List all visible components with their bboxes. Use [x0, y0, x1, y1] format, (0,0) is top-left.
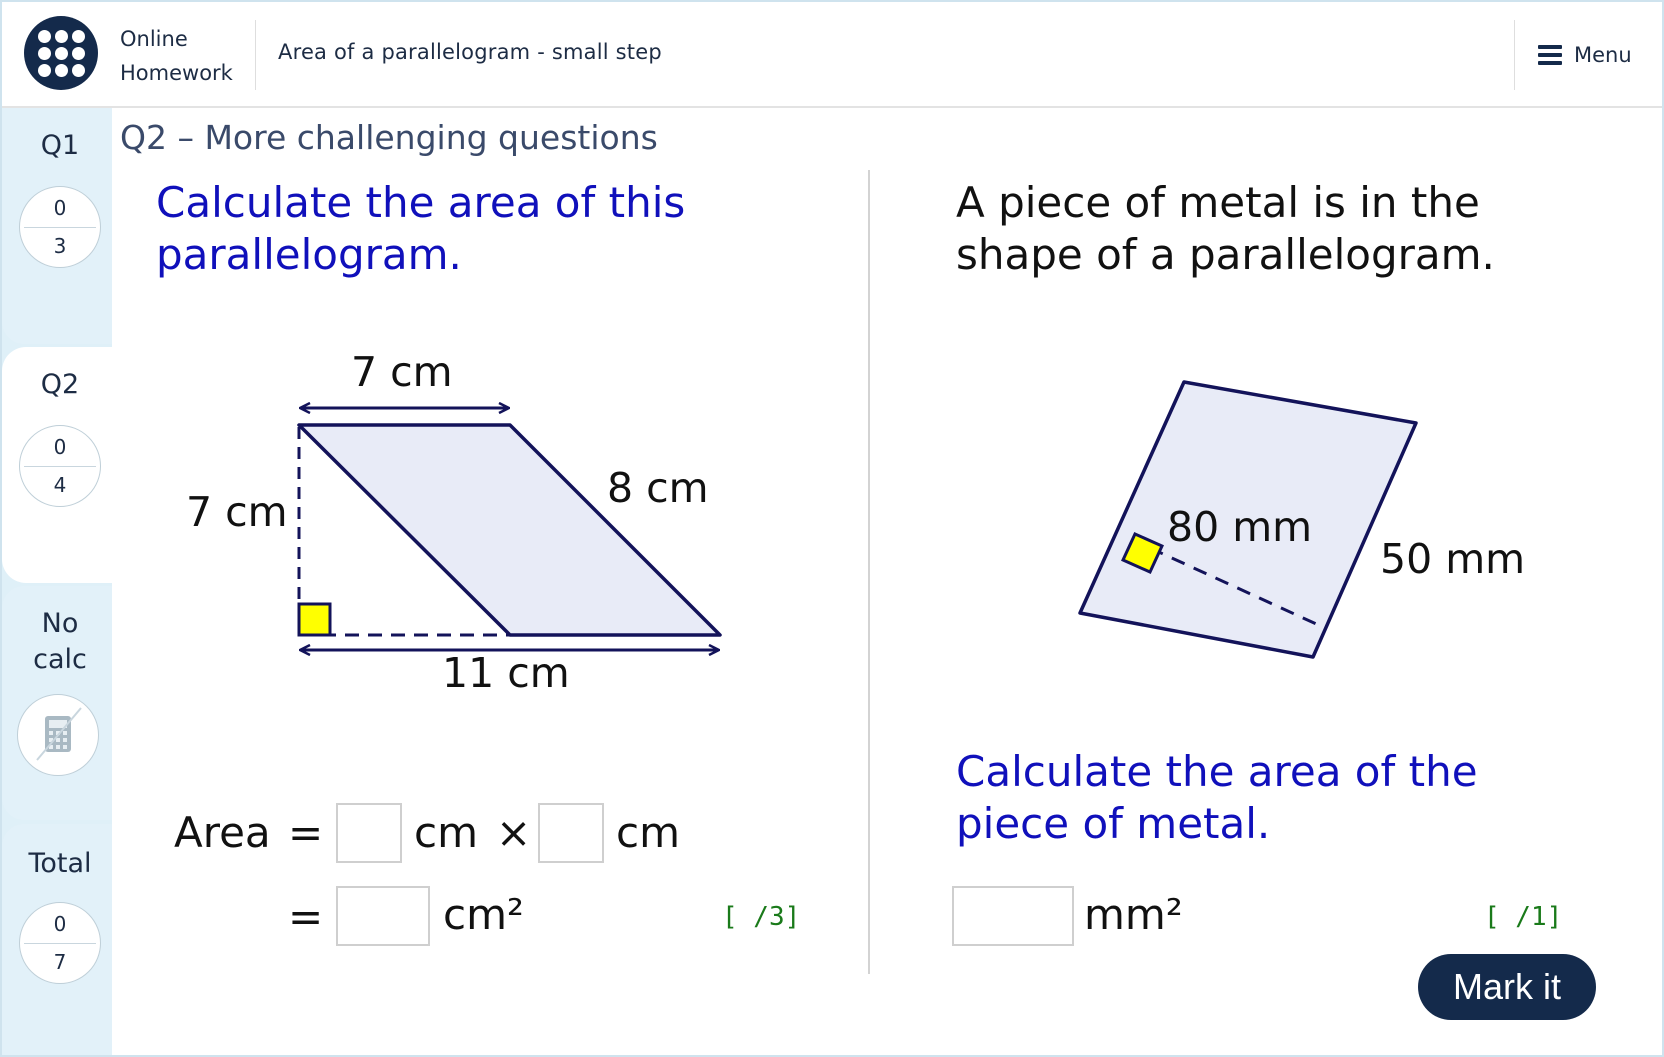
- unit-cm-squared: cm²: [443, 890, 524, 939]
- total-label: Total: [28, 848, 92, 879]
- left-prompt-line-2: parallelogram.: [156, 230, 462, 279]
- equals-sign: =: [288, 808, 324, 857]
- mark-it-button[interactable]: Mark it: [1418, 954, 1596, 1020]
- right-question-line-2: piece of metal.: [956, 799, 1271, 848]
- header-divider: [1514, 20, 1515, 90]
- page-title: Area of a parallelogram - small step: [278, 40, 662, 64]
- header: Online Homework Area of a parallelogram …: [2, 2, 1662, 108]
- right-prompt-line-1: A piece of metal is in the: [956, 178, 1480, 227]
- left-prompt: Calculate the area of this parallelogram…: [156, 177, 685, 281]
- score-circle-total: 0 7: [19, 902, 101, 984]
- sidebar-item-calculator: No calc: [2, 586, 112, 820]
- answer-input-metal-area[interactable]: [952, 886, 1074, 946]
- app-frame: Online Homework Area of a parallelogram …: [0, 0, 1664, 1057]
- right-question: Calculate the area of the piece of metal…: [956, 746, 1478, 850]
- unit-cm: cm: [414, 808, 479, 857]
- brand-name: Online Homework: [120, 22, 233, 90]
- right-angle-marker: [297, 602, 332, 637]
- equals-sign: =: [288, 892, 324, 941]
- calc-label-1: No: [41, 608, 79, 639]
- menu-label: Menu: [1574, 43, 1632, 67]
- sidebar-total: Total 0 7: [2, 824, 112, 1055]
- answer-input-base[interactable]: [336, 803, 402, 863]
- score-total: 4: [53, 473, 67, 497]
- label-slant-side: 8 cm: [607, 464, 709, 512]
- score-circle-q2: 0 4: [19, 425, 101, 507]
- sidebar-item-q2[interactable]: Q2 0 4: [2, 347, 112, 583]
- header-divider: [255, 20, 256, 90]
- label-metal-height: 80 mm: [1167, 503, 1313, 551]
- sidebar-item-label: Q1: [40, 130, 80, 161]
- answer-input-area[interactable]: [336, 886, 430, 946]
- no-calculator-icon: [17, 694, 99, 776]
- score-value: 0: [53, 912, 67, 936]
- section-title: Q2 – More challenging questions: [120, 118, 658, 157]
- app-grid-icon[interactable]: [24, 16, 98, 90]
- column-divider: [868, 170, 870, 974]
- right-question-line-1: Calculate the area of the: [956, 747, 1478, 796]
- brand-line-2: Homework: [120, 61, 233, 85]
- hamburger-menu-icon: [1538, 45, 1562, 65]
- label-base-length: 11 cm: [442, 649, 570, 697]
- question-sidebar: Q1 0 3 Q2 0 4 No calc Total 0 7: [2, 108, 112, 1055]
- score-total: 7: [53, 950, 67, 974]
- right-prompt-line-2: shape of a parallelogram.: [956, 230, 1495, 279]
- right-prompt: A piece of metal is in the shape of a pa…: [956, 177, 1495, 281]
- menu-button[interactable]: Menu: [1538, 38, 1632, 72]
- label-perpendicular-height: 7 cm: [186, 488, 288, 536]
- unit-mm-squared: mm²: [1084, 890, 1183, 939]
- calc-label-2: calc: [33, 644, 87, 675]
- left-prompt-line-1: Calculate the area of this: [156, 178, 686, 227]
- answer-input-height[interactable]: [538, 803, 604, 863]
- marks-available: [ /3]: [722, 902, 801, 932]
- sidebar-item-label: Q2: [40, 369, 80, 400]
- score-value: 0: [53, 196, 67, 220]
- unit-cm: cm: [616, 808, 681, 857]
- marks-available: [ /1]: [1484, 902, 1563, 932]
- label-top-length: 7 cm: [351, 348, 453, 396]
- score-circle-q1: 0 3: [19, 186, 101, 268]
- score-value: 0: [53, 435, 67, 459]
- area-label: Area: [174, 808, 271, 857]
- label-metal-side: 50 mm: [1380, 535, 1526, 583]
- parallelogram-diagram: [297, 392, 722, 662]
- sidebar-item-q1[interactable]: Q1 0 3: [2, 108, 112, 344]
- parallelogram-shape: [297, 423, 722, 637]
- brand-line-1: Online: [120, 27, 188, 51]
- times-sign: ×: [496, 808, 532, 857]
- score-total: 3: [53, 234, 67, 258]
